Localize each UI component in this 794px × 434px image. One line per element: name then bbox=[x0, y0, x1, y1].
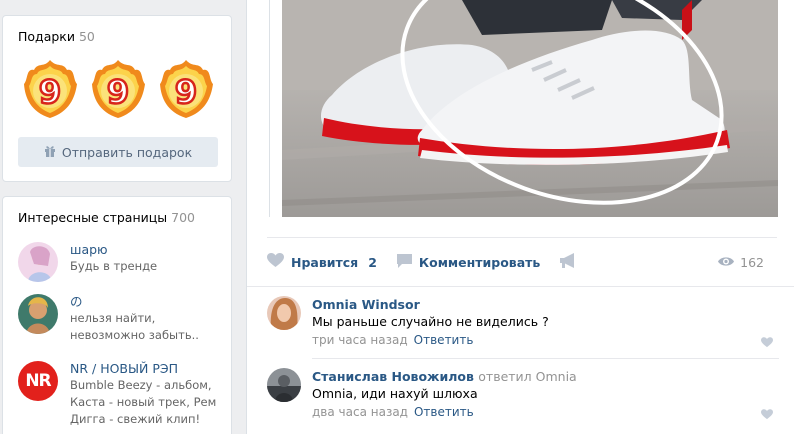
like-count: 2 bbox=[368, 254, 377, 270]
gifts-title: Подарки bbox=[18, 29, 75, 44]
like-label: Нравится bbox=[291, 254, 359, 270]
page-description: Будь в тренде bbox=[70, 259, 158, 273]
gifts-count: 50 bbox=[78, 29, 95, 44]
avatar[interactable] bbox=[18, 242, 58, 282]
avatar[interactable] bbox=[18, 294, 58, 334]
comment-time[interactable]: три часа назад bbox=[312, 333, 408, 347]
interesting-pages-block: Интересные страницы 700 шарю Будь в тренд… bbox=[2, 196, 232, 434]
page-description: нельзя найти, bbox=[70, 311, 156, 325]
post-photo[interactable] bbox=[282, 0, 778, 217]
reply-link[interactable]: Ответить bbox=[414, 333, 474, 347]
megaphone-icon bbox=[560, 253, 577, 271]
views-count: 162 bbox=[740, 254, 764, 270]
divider bbox=[312, 358, 779, 359]
replied-to[interactable]: ответил Omnia bbox=[478, 369, 576, 384]
nr-logo-avatar[interactable]: NR bbox=[18, 361, 58, 401]
send-gift-button[interactable]: Отправить подарок bbox=[18, 137, 218, 167]
gift-number: 9 bbox=[39, 73, 61, 111]
send-gift-label: Отправить подарок bbox=[61, 144, 193, 160]
avatar[interactable] bbox=[267, 296, 301, 330]
comment: Станислав Новожилов ответил Omnia Omnia,… bbox=[267, 368, 779, 428]
page-name[interactable]: NR / НОВЫЙ РЭП bbox=[70, 361, 216, 377]
heart-icon[interactable] bbox=[761, 336, 773, 351]
gift-item[interactable]: 9 bbox=[23, 58, 78, 120]
comment-text: Мы раньше случайно не виделись ? bbox=[312, 314, 549, 329]
heart-icon bbox=[267, 253, 284, 271]
page-item[interactable]: NR NR / НОВЫЙ РЭП Bumble Beezy - альбом,… bbox=[18, 361, 216, 428]
share-button[interactable] bbox=[560, 253, 577, 271]
gifts-header[interactable]: Подарки 50 bbox=[3, 16, 231, 44]
divider bbox=[247, 286, 794, 287]
avatar[interactable] bbox=[267, 368, 301, 402]
page-item[interactable]: の нельзя найти, невозможно забыть.. bbox=[18, 294, 199, 344]
page-description: невозможно забыть.. bbox=[70, 328, 199, 342]
pages-title: Интересные страницы bbox=[18, 210, 168, 225]
views-counter: 162 bbox=[718, 255, 764, 270]
heart-icon[interactable] bbox=[761, 408, 773, 423]
gift-item[interactable]: 9 bbox=[159, 58, 214, 120]
comment-author[interactable]: Omnia Windsor bbox=[312, 296, 772, 313]
comment-time[interactable]: два часа назад bbox=[312, 405, 408, 419]
comment: Omnia Windsor Мы раньше случайно не виде… bbox=[267, 296, 779, 356]
post-actions: Нравится 2 Комментировать 162 bbox=[267, 250, 778, 274]
gift-number: 9 bbox=[175, 73, 197, 111]
pages-header[interactable]: Интересные страницы 700 bbox=[3, 197, 231, 225]
gift-icon bbox=[44, 145, 56, 160]
pages-count: 700 bbox=[171, 210, 195, 225]
gift-item[interactable]: 9 bbox=[91, 58, 146, 120]
gift-number: 9 bbox=[107, 73, 129, 111]
gifts-block: Подарки 50 9 9 9 Отправить подарок bbox=[2, 15, 232, 182]
reply-link[interactable]: Ответить bbox=[414, 405, 474, 419]
page-description: Дигга - свежий клип! bbox=[70, 412, 201, 426]
page-name[interactable]: шарю bbox=[70, 242, 157, 258]
post: Нравится 2 Комментировать 162 Omnia Wind… bbox=[246, 0, 794, 434]
divider bbox=[267, 237, 777, 238]
page-name[interactable]: の bbox=[70, 294, 199, 310]
comment-label: Комментировать bbox=[418, 254, 541, 270]
page-item[interactable]: шарю Будь в тренде bbox=[18, 242, 157, 282]
comment-author-name[interactable]: Станислав Новожилов bbox=[312, 369, 474, 384]
page-description: Каста - новый трек, Рем bbox=[70, 395, 217, 409]
like-button[interactable]: Нравится 2 bbox=[267, 253, 377, 271]
repost-line bbox=[269, 0, 270, 217]
comment-author[interactable]: Станислав Новожилов ответил Omnia bbox=[312, 368, 772, 385]
nr-logo-text: NR bbox=[25, 371, 51, 391]
eye-icon bbox=[718, 255, 735, 270]
comment-text: Omnia, иди нахуй шлюха bbox=[312, 386, 478, 401]
comment-icon bbox=[396, 253, 412, 271]
comment-button[interactable]: Комментировать bbox=[396, 253, 541, 271]
page-description: Bumble Beezy - альбом, bbox=[70, 378, 212, 392]
